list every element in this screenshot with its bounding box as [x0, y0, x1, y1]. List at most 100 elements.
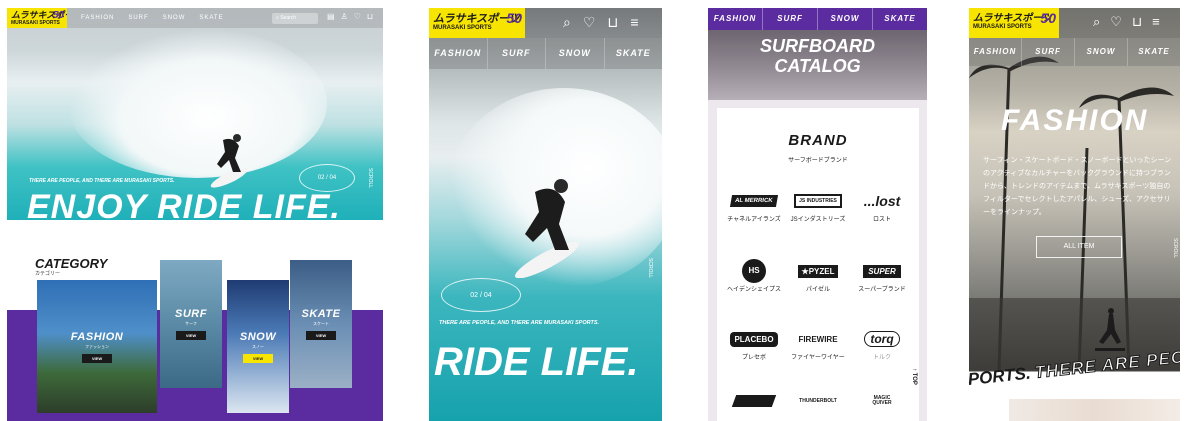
tab-surf[interactable]: SURF	[763, 8, 818, 30]
brand-subheading: サーフボードブランド	[788, 158, 848, 164]
header-icons: ⌕ ♡ ⊔ ≡	[1093, 14, 1160, 30]
tab-skate[interactable]: SKATE	[605, 38, 663, 69]
tab-fashion[interactable]: FASHION	[429, 38, 488, 69]
cart-icon[interactable]: ⊔	[367, 12, 373, 21]
brand-lost[interactable]: ...lost ロスト	[851, 188, 913, 225]
cart-icon[interactable]: ⊔	[607, 14, 618, 31]
murasaki-logo[interactable]: ムラサキスポーツ MURASAKI SPORTS 50	[969, 8, 1059, 38]
all-item-button[interactable]: ALL ITEM	[1036, 236, 1122, 258]
anniversary-badge: 50	[506, 10, 522, 26]
fashion-description: サーフィン・スケートボード・スノーボードといったシーンのアクティブなカルチャーを…	[983, 157, 1172, 216]
brand-placebo[interactable]: PLACEBO プレセボ	[723, 326, 785, 363]
category-tabs: FASHION SURF SNOW SKATE	[429, 38, 662, 69]
nav-surf[interactable]: SURF	[128, 15, 148, 21]
heart-icon[interactable]: ♡	[583, 14, 596, 31]
anniversary-badge: 50	[52, 10, 64, 21]
brand-logo: HS	[742, 259, 766, 283]
heart-icon[interactable]: ♡	[1110, 14, 1122, 30]
mobile-home-screen: ムラサキスポーツ MURASAKI SPORTS 50 ⌕ ♡ ⊔ ≡ FASH…	[429, 8, 662, 421]
tab-snow[interactable]: SNOW	[546, 38, 605, 69]
brand-js-industries[interactable]: JS INDUSTRIES JSインダストリーズ	[787, 188, 849, 225]
catalog-title: SURFBOARD CATALOG	[760, 36, 875, 76]
brand-logo: MAGIC QUIVER	[872, 394, 892, 406]
tab-skate[interactable]: SKATE	[873, 8, 927, 30]
surfboard-catalog-screen: FASHION SURF SNOW SKATE SURFBOARD CATALO…	[708, 8, 927, 421]
brand-pyzel[interactable]: ★PYZEL パイゼル	[787, 258, 849, 295]
header-icons: ⌕ ♡ ⊔ ≡	[563, 14, 639, 31]
brand-logo: ...lost	[863, 193, 901, 209]
hero-headline: RIDE LIFE.	[434, 340, 639, 384]
category-tabs: FASHION SURF SNOW SKATE	[969, 38, 1180, 66]
anniversary-badge: 50	[1040, 10, 1056, 26]
brand-logo: THUNDERBOLT	[799, 398, 837, 404]
hero-tagline: THERE ARE PEOPLE, AND THERE ARE MURASAKI…	[439, 320, 600, 326]
brand-logo: PLACEBO	[730, 331, 778, 347]
tab-snow[interactable]: SNOW	[1075, 38, 1128, 66]
hero-headline: ENJOY RIDE LIFE.	[27, 188, 341, 226]
slide-pager[interactable]: 02 / 04	[441, 278, 521, 312]
brand-tile-10[interactable]	[723, 388, 785, 414]
wave-spray	[67, 28, 327, 178]
brand-super[interactable]: SUPER スーパーブランド	[851, 258, 913, 295]
category-tabs: FASHION SURF SNOW SKATE	[708, 8, 927, 30]
brand-logo: FIREWIRE	[798, 334, 838, 344]
murasaki-logo[interactable]: ムラサキスポーツ MURASAKI SPORTS 50	[7, 8, 67, 28]
user-icon[interactable]: ♙	[341, 12, 348, 21]
category-title: CATEGORY	[35, 256, 108, 271]
scroll-indicator: SCROLL	[647, 258, 653, 279]
brand-panel: BRAND サーフボードブランド AL MERRICK チャネルアイランズ JS…	[717, 108, 919, 421]
brand-logo	[731, 395, 777, 407]
menu-icon[interactable]: ≡	[630, 14, 638, 31]
back-to-top-button[interactable]: ↑ TOP	[911, 368, 917, 385]
tab-fashion[interactable]: FASHION	[969, 38, 1022, 66]
brand-logo: SUPER	[863, 264, 901, 278]
search-input[interactable]: ⌕ Search	[272, 13, 318, 24]
category-card-fashion[interactable]: FASHION ファッション VIEW	[37, 280, 157, 413]
view-button[interactable]: VIEW	[305, 331, 337, 340]
nav-fashion[interactable]: FASHION	[81, 15, 114, 21]
brand-logo: ★PYZEL	[797, 264, 839, 278]
brand-logo: AL MERRICK	[730, 195, 778, 207]
tab-skate[interactable]: SKATE	[1128, 38, 1180, 66]
brand-torq[interactable]: torq トルク	[851, 326, 913, 363]
brand-logo: torq	[864, 331, 900, 347]
brand-magic-quiver[interactable]: MAGIC QUIVER	[851, 388, 913, 414]
cart-icon[interactable]: ⊔	[1132, 14, 1142, 30]
nav-skate[interactable]: SKATE	[199, 15, 223, 21]
page-title: FASHION	[1001, 104, 1149, 137]
heart-icon[interactable]: ♡	[354, 12, 361, 21]
scroll-indicator: SCROLL	[367, 168, 373, 189]
category-card-surf[interactable]: SURF サーフ VIEW	[160, 260, 222, 388]
tab-surf[interactable]: SURF	[488, 38, 546, 69]
category-card-skate[interactable]: SKATE スケート VIEW	[290, 260, 352, 388]
category-card-snow[interactable]: SNOW スノー VIEW	[227, 280, 289, 413]
category-subtitle: カテゴリー	[35, 271, 61, 277]
search-icon[interactable]: ⌕	[1093, 14, 1100, 30]
store-icon[interactable]: ▤	[327, 12, 335, 21]
brand-firewire[interactable]: FIREWIRE ファイヤーワイヤー	[787, 326, 849, 363]
menu-icon[interactable]: ≡	[1152, 14, 1160, 30]
brand-logo: JS INDUSTRIES	[794, 194, 842, 208]
murasaki-logo[interactable]: ムラサキスポーツ MURASAKI SPORTS 50	[429, 8, 525, 38]
brand-channel-islands[interactable]: AL MERRICK チャネルアイランズ	[723, 188, 785, 225]
tab-snow[interactable]: SNOW	[818, 8, 873, 30]
brand-heading: BRAND	[788, 132, 848, 149]
header-icons: ▤ ♙ ♡ ⊔	[327, 12, 373, 21]
brand-thunderbolt[interactable]: THUNDERBOLT	[787, 388, 849, 414]
skater-figure	[1095, 308, 1125, 351]
surfer-figure	[210, 134, 248, 188]
tab-fashion[interactable]: FASHION	[708, 8, 763, 30]
view-button[interactable]: VIEW	[242, 353, 274, 363]
people-strip-image	[1009, 399, 1180, 421]
surfer-figure	[514, 179, 580, 278]
scroll-indicator: SCROLL	[1172, 238, 1178, 259]
view-button[interactable]: VIEW	[81, 353, 113, 363]
brand-hayden-shapes[interactable]: HS ヘイデンシェイプス	[723, 258, 785, 295]
search-icon[interactable]: ⌕	[563, 14, 571, 31]
view-button[interactable]: VIEW	[175, 331, 207, 340]
hero-tagline: THERE ARE PEOPLE, AND THERE ARE MURASAKI…	[29, 178, 175, 184]
fashion-screen: ムラサキスポーツ MURASAKI SPORTS 50 ⌕ ♡ ⊔ ≡ FASH…	[969, 8, 1180, 421]
nav-snow[interactable]: SNOW	[163, 15, 186, 21]
tab-surf[interactable]: SURF	[1022, 38, 1075, 66]
desktop-home-screen: ムラサキスポーツ MURASAKI SPORTS 50 FASHION SURF…	[7, 8, 383, 421]
